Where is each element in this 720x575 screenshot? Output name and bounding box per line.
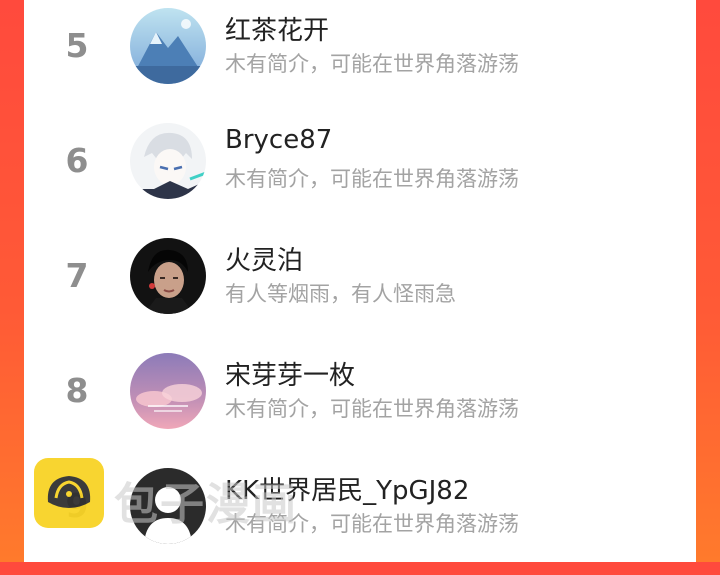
watermark-text: 包子漫画 [114, 479, 298, 530]
user-bio: 木有简介，可能在世界角落游荡 [225, 167, 519, 191]
user-avatar[interactable] [130, 353, 206, 429]
rank-number: 7 [65, 256, 89, 295]
watermark: 包子漫画 [34, 458, 354, 530]
user-name[interactable]: Bryce87 [225, 125, 332, 155]
user-avatar[interactable] [130, 8, 206, 84]
user-name[interactable]: 宋芽芽一枚 [225, 355, 355, 392]
user-name[interactable]: 火灵泊 [225, 240, 303, 277]
rank-number: 6 [65, 141, 89, 180]
user-bio: 木有简介，可能在世界角落游荡 [225, 397, 519, 421]
user-avatar[interactable] [130, 123, 206, 199]
user-bio: 有人等烟雨，有人怪雨急 [225, 282, 456, 306]
leaderboard-row[interactable]: 6 Bryce87 木有简介，可能在世界角落游荡 [24, 115, 696, 230]
rank-number: 8 [65, 371, 89, 410]
rank-number: 5 [65, 26, 89, 65]
leaderboard-row[interactable]: 8 宋芽芽一枚 木有简介，可能在世界角落游荡 [24, 345, 696, 460]
bun-logo-icon [34, 458, 104, 528]
leaderboard-row[interactable]: 7 火灵泊 有人等烟雨，有人怪雨急 [24, 230, 696, 345]
user-bio: 木有简介，可能在世界角落游荡 [225, 52, 519, 76]
user-avatar[interactable] [130, 238, 206, 314]
leaderboard-row[interactable]: 5 红茶花开 木有简介，可能在世界角落游荡 [24, 0, 696, 115]
user-name[interactable]: 红茶花开 [225, 10, 329, 47]
